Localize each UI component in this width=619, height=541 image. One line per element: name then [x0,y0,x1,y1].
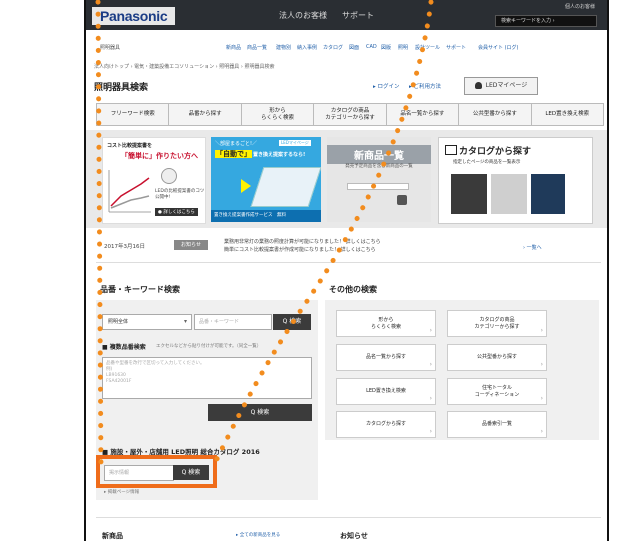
keyword-input[interactable]: 品番・キーワード [194,314,272,330]
news-badge: お知らせ [174,240,208,250]
sub-link-figures[interactable]: 図版 [381,44,391,51]
catalog-info-link[interactable]: ▸ 掲載ページ情報 [104,489,139,495]
banner-catalog-title-text: カタログから探す [459,147,532,157]
mypage-button[interactable]: LEDマイページ [464,77,538,95]
sub-link-members[interactable]: 会員サイト (ログ) [478,44,519,51]
category-select-value: 照明全体 [108,319,129,325]
keyword-search-title: 品番・キーワード検索 [100,285,180,294]
banner-cost-line3: LEDの比較提案書のコツ 公開中! [155,189,205,200]
lamp-icon [347,183,409,190]
banner-cost-line1: コスト比較提案書を [107,143,153,149]
catalog-photo-3-icon [531,174,565,214]
tab-freeword[interactable]: フリーワード検索 [97,104,170,125]
brand-logo[interactable]: Panasonic [92,7,176,25]
guide-link[interactable]: ▸ ご利用方法 [409,82,441,90]
other-catalog-category-button[interactable]: カタログの商品 カテゴリーから探す [447,310,547,337]
banner-new-title: 新商品一覧 [327,145,431,164]
multi-partnumber-title: ■ 複数品番検索 [102,344,146,351]
tab-partnumber[interactable]: 品番から探す [169,104,242,125]
other-shape-button[interactable]: 形から らくらく検索 [336,310,436,337]
sub-link-drawings[interactable]: 図面 [349,44,359,51]
multi-partnumber-note: エクセルなどから貼り付けが可能です。（同全一覧） [156,344,262,349]
login-link[interactable]: ▸ ログイン [373,82,400,90]
sub-link-catalog[interactable]: カタログ [323,44,343,51]
tab-shape[interactable]: 形から らくらく検索 [242,104,315,125]
sub-link-new[interactable]: 新商品 [226,44,241,51]
mypage-label: LEDマイページ [485,82,528,89]
global-header: Panasonic 法人のお客様 サポート 個人のお客様 検索キーワードを入力 … [86,0,607,30]
catalog-photo-1-icon [451,174,487,214]
tab-catalog-category[interactable]: カタログの商品 カテゴリーから探す [314,104,387,125]
room-illustration-icon [250,167,321,207]
news-date: 2017年3月16日 [104,244,145,250]
banner-jidou-badge: LEDマイページ [279,140,311,146]
spotlight-icon [397,195,407,205]
banner-new-products[interactable]: 新商品一覧 発売予定商品を含む新商品の一覧 [327,137,431,222]
other-catalog-button[interactable]: カタログから探す [336,411,436,438]
new-products-link[interactable]: ▸ 全ての新商品を見る [236,532,280,538]
other-public-model-button[interactable]: 公共型番から探す [447,344,547,371]
banner-catalog-title: カタログから探す [445,144,531,157]
catalog-photo-2-icon [491,174,527,214]
sub-link-cases[interactable]: 納入事例 [297,44,317,51]
banner-jidou-line2: 「自動で」 置き換え提案するなら! [215,149,306,159]
highlight-box [96,455,217,488]
other-search-title: その他の検索 [329,285,377,294]
nav-business[interactable]: 法人のお客様 [279,10,327,21]
banner-jidou-rest: 置き換え提案するなら! [253,152,306,158]
keyword-search-button[interactable]: Q 検索 [273,314,311,330]
banner-catalog-sub: 指定したページの商品を一覧表示 [453,160,521,165]
banner-jidou-bottom: 置き換え提案書作成サービス 無料 [211,210,321,222]
bulb-icon [161,168,177,184]
banner-cost-button[interactable]: ● 詳しくはこちら [155,208,198,216]
browser-page: Panasonic 法人のお客様 サポート 個人のお客様 検索キーワードを入力 … [84,0,609,541]
sub-link-tools[interactable]: 設計ツール [415,44,440,51]
divider [96,262,601,263]
new-products-title: 新商品 [102,532,123,540]
tab-product-list[interactable]: 品名一覧から探す [387,104,460,125]
banner-catalog[interactable]: カタログから探す 指定したページの商品を一覧表示 [438,137,593,224]
other-led-replace-button[interactable]: LED置き換え検索 [336,378,436,405]
news-all-link[interactable]: › 一覧へ [523,244,542,251]
multi-search-button[interactable]: Q 検索 [208,404,312,421]
personal-link[interactable]: 個人のお客様 [565,3,595,10]
banner-jidou-line1: ＼部屋まるごと!／ [215,141,258,147]
banner-cost-line2: 「簡単に」作りたい方へ [121,152,198,160]
arrow-icon [241,179,251,193]
nav-support[interactable]: サポート [342,10,374,21]
chart-graphic-icon [108,170,151,213]
search-tabs: フリーワード検索 品番から探す 形から らくらく検索 カタログの商品 カテゴリー… [96,103,604,126]
tab-led-replace[interactable]: LED置き換え検索 [532,104,603,125]
banner-new-sub: 発売予定商品を含む新商品の一覧 [345,164,413,169]
chevron-down-icon: ▾ [183,318,187,325]
other-product-list-button[interactable]: 品名一覧から探す [336,344,436,371]
banner-auto-proposal[interactable]: ＼部屋まるごと!／ LEDマイページ 「自動で」 置き換え提案するなら! 置き換え… [211,137,321,222]
sub-link-support[interactable]: サポート [446,44,466,51]
other-index-button[interactable]: 品番索引一覧 [447,411,547,438]
global-search-input[interactable]: 検索キーワードを入力 › [495,15,597,27]
banner-cost-comparison[interactable]: コスト比較提案書を 「簡単に」作りたい方へ LEDの比較提案書のコツ 公開中! … [102,137,206,224]
sub-link-building[interactable]: 建物別 [276,44,291,51]
banner-jidou-emph: 「自動で」 [215,150,252,158]
sub-link-cad[interactable]: CAD [366,44,377,50]
page-title: 照明器具検索 [94,83,149,93]
divider [96,517,601,518]
category-select[interactable]: 照明全体 ▾ [102,314,192,330]
news-item-1[interactable]: 業務用非常灯の業務の照度計算が可能になりました！ 詳しくはこちら [224,238,381,245]
other-total-coordination-button[interactable]: 住宅トータル コーディネーション [447,378,547,405]
notice-title: お知らせ [340,532,368,540]
user-icon [474,82,482,89]
multi-partnumber-textarea[interactable]: 品番や型番を改行で区切って入力してください。 例) LB91630 FSA420… [102,357,312,399]
book-icon [445,145,457,155]
news-item-2[interactable]: 簡単にコスト比較提案書が作成可能になりました！ 詳しくはこちら [224,246,376,253]
sub-link-lighting[interactable]: 照明 [398,44,408,51]
sub-link-list[interactable]: 商品一覧 [247,44,267,51]
breadcrumb[interactable]: 法人向けトップ › 電気・建築設備エコソリューション › 照明器具 › 照明器具… [94,63,274,70]
tab-public-model[interactable]: 公共型番から探す [459,104,532,125]
section-title: 照明器具 [100,45,121,51]
